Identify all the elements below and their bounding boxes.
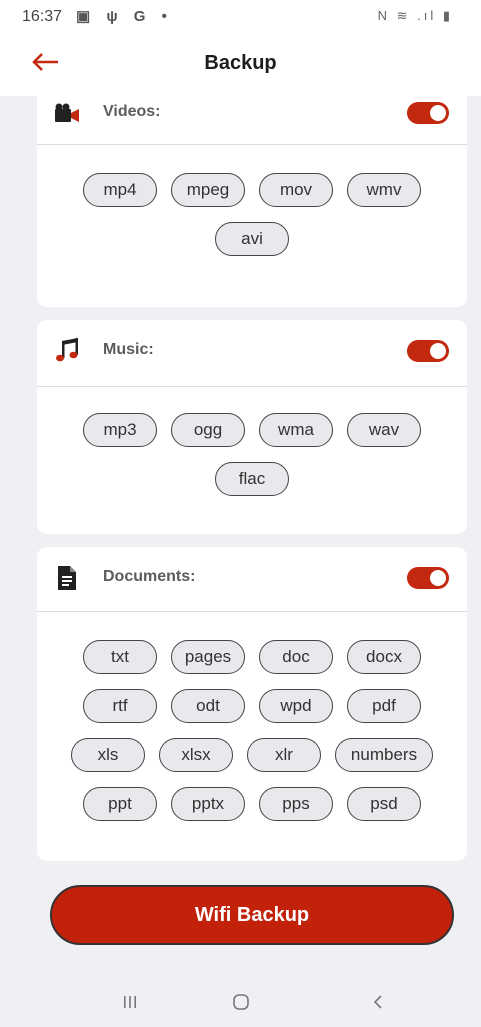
page-title: Backup [204,52,277,74]
video-camera-icon [55,103,79,122]
system-status-icons: N ≋ .ıl ▮ [377,8,453,23]
toggle-knob [430,105,446,121]
back-button[interactable] [358,987,398,1017]
recent-apps-button[interactable] [110,987,150,1017]
music-card-header: Music: [37,320,467,387]
documents-format-list: txt pages doc docx rtf odt wpd pdf xls x… [37,640,467,821]
music-title: Music: [103,341,154,358]
format-chip-pdf[interactable]: pdf [347,689,421,723]
music-note-icon [56,338,78,362]
status-bar: 16:37 ▣ ψ G • N ≋ .ıl ▮ [0,0,481,34]
back-icon [373,995,382,1009]
format-chip-xls[interactable]: xls [71,738,145,772]
format-chip-pps[interactable]: pps [259,787,333,821]
format-chip-rtf[interactable]: rtf [83,689,157,723]
format-chip-flac[interactable]: flac [215,462,289,496]
format-chip-docx[interactable]: docx [347,640,421,674]
home-button[interactable] [221,987,261,1017]
documents-card: Documents: txt pages doc docx rtf odt wp… [37,547,467,861]
format-chip-odt[interactable]: odt [171,689,245,723]
documents-card-header: Documents: [37,547,467,612]
format-chip-wpd[interactable]: wpd [259,689,333,723]
format-chip-pptx[interactable]: pptx [171,787,245,821]
navigation-bar [0,975,481,1027]
format-chip-wmv[interactable]: wmv [347,173,421,207]
recent-apps-icon [124,996,136,1008]
format-chip-doc[interactable]: doc [259,640,333,674]
status-time: 16:37 [22,8,63,25]
format-chip-ppt[interactable]: ppt [83,787,157,821]
format-chip-avi[interactable]: avi [215,222,289,256]
music-toggle[interactable] [407,340,449,362]
format-chip-numbers[interactable]: numbers [335,738,433,772]
videos-format-list: mp4 mpeg mov wmv avi [37,173,467,256]
videos-toggle[interactable] [407,102,449,124]
home-icon [233,994,249,1010]
format-chip-wav[interactable]: wav [347,413,421,447]
documents-toggle[interactable] [407,567,449,589]
format-chip-xlsx[interactable]: xlsx [159,738,233,772]
format-chip-ogg[interactable]: ogg [171,413,245,447]
format-chip-txt[interactable]: txt [83,640,157,674]
wifi-backup-button[interactable]: Wifi Backup [50,885,454,945]
documents-title: Documents: [103,568,196,585]
videos-card: Videos: mp4 mpeg mov wmv avi [37,82,467,307]
format-chip-mpeg[interactable]: mpeg [171,173,245,207]
format-chip-wma[interactable]: wma [259,413,333,447]
document-icon [58,566,76,590]
music-card: Music: mp3 ogg wma wav flac [37,320,467,534]
format-chip-mp4[interactable]: mp4 [83,173,157,207]
notification-icons: ▣ ψ G • [76,8,173,25]
format-chip-xlr[interactable]: xlr [247,738,321,772]
music-format-list: mp3 ogg wma wav flac [37,413,467,496]
toggle-knob [430,343,446,359]
format-chip-pages[interactable]: pages [171,640,245,674]
format-chip-psd[interactable]: psd [347,787,421,821]
videos-title: Videos: [103,103,161,120]
toggle-knob [430,570,446,586]
format-chip-mp3[interactable]: mp3 [83,413,157,447]
format-chip-mov[interactable]: mov [259,173,333,207]
videos-card-header: Videos: [37,82,467,145]
